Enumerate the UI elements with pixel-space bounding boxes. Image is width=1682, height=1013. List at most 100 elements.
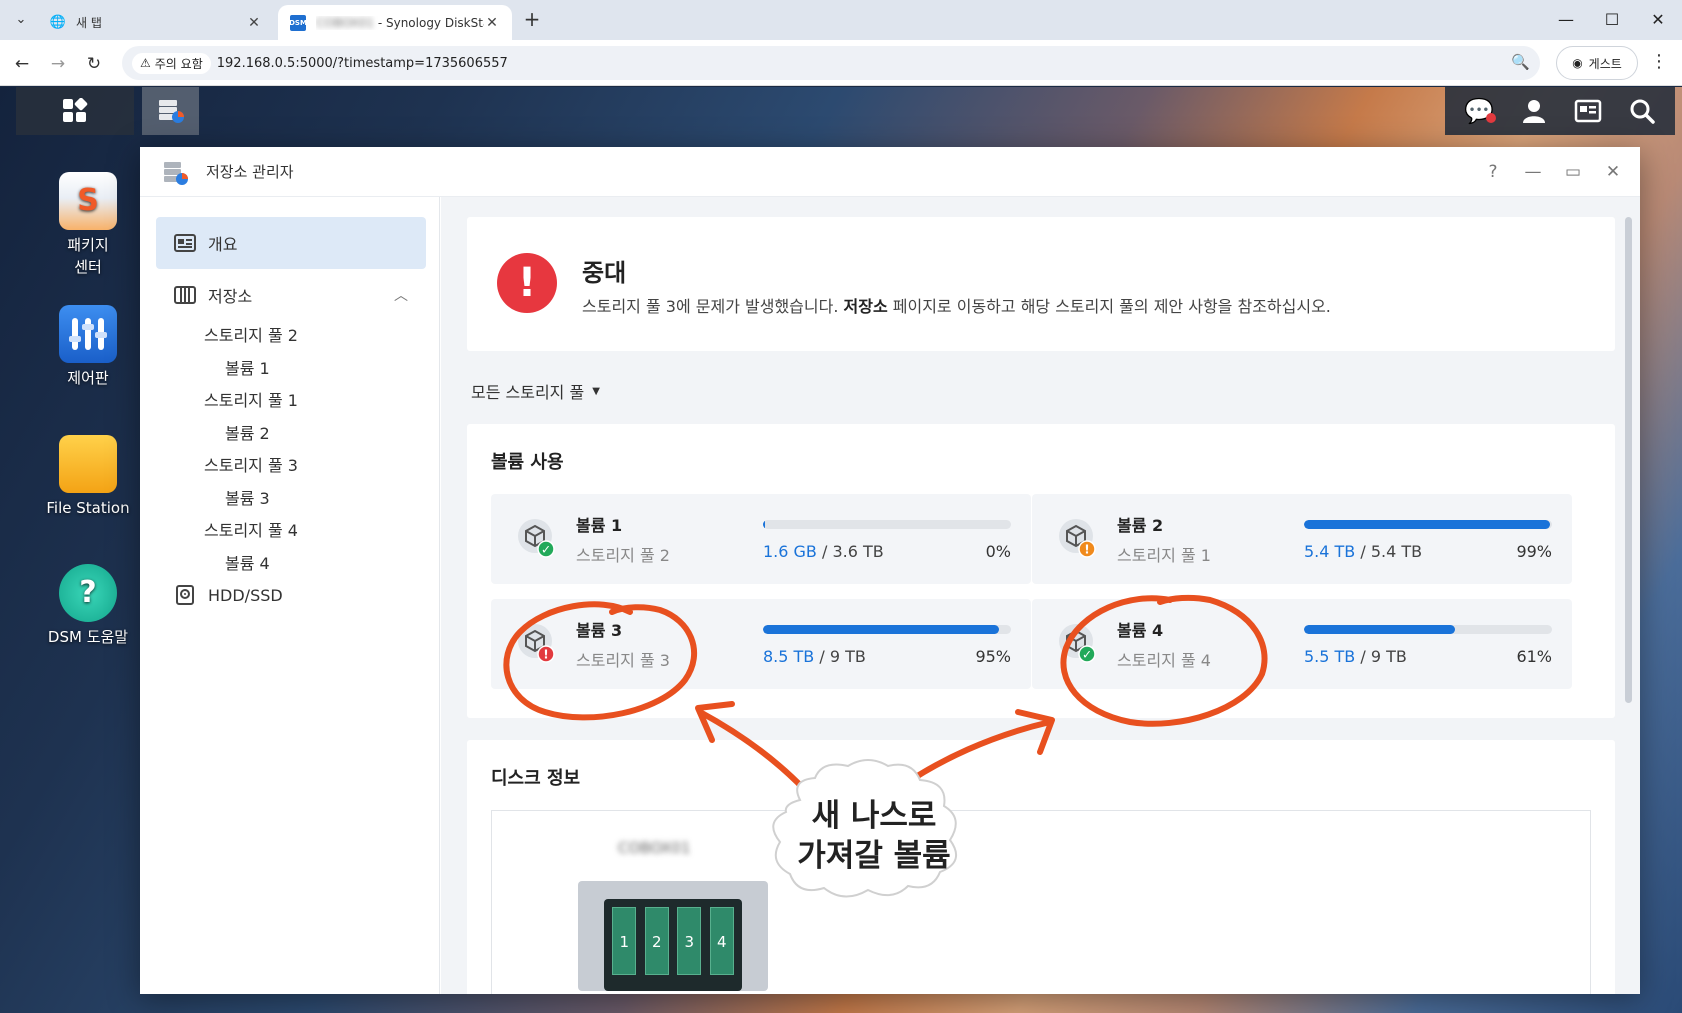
- usage-bar: [1304, 520, 1552, 529]
- sidebar-item-pool-4[interactable]: 스토리지 풀 4: [204, 517, 298, 541]
- drive-bay[interactable]: 4: [709, 907, 734, 975]
- browser-tab-bar: ⌄ 🌐 새 탭 ✕ DSM COBOX01 - Synology DiskSta…: [0, 0, 1682, 40]
- volume-cube-icon: ✓: [1059, 624, 1096, 663]
- usage-bar-fill: [763, 625, 999, 634]
- sidebar-item-overview[interactable]: 개요: [156, 217, 426, 269]
- desktop-icon-label: DSM 도움말: [47, 628, 129, 646]
- desktop-icon-label: 패키지 센터: [67, 236, 109, 276]
- tab-title: 새 탭: [76, 16, 102, 30]
- security-warning-chip[interactable]: ⚠ 주의 요함: [132, 52, 211, 74]
- svg-text:!: !: [543, 648, 548, 662]
- alert-message: 스토리지 풀 3에 문제가 발생했습니다. 저장소 페이지로 이동하고 해당 스…: [582, 297, 1331, 316]
- overview-icon: [174, 233, 196, 253]
- desktop-icon-package-center[interactable]: S 패키지 센터: [38, 172, 138, 278]
- profile-button[interactable]: ◉ 게스트: [1556, 46, 1638, 80]
- main-menu-button[interactable]: [16, 87, 134, 135]
- drive-bay[interactable]: 1: [612, 907, 637, 975]
- used-capacity: 5.4 TB: [1304, 542, 1356, 561]
- storage-manager-icon: [164, 162, 188, 185]
- tab-search-button[interactable]: ⌄: [8, 8, 34, 32]
- scrollbar[interactable]: [1625, 217, 1632, 703]
- annotation-callout: 새 나스로 가져갈 볼륨: [782, 786, 966, 886]
- volume-usage-title: 볼륨 사용: [491, 452, 564, 473]
- drive-bay[interactable]: 2: [644, 907, 669, 975]
- minimize-button[interactable]: —: [1520, 159, 1546, 185]
- sidebar-item-pool-3[interactable]: 스토리지 풀 3: [204, 452, 298, 476]
- taskbar-storage-manager[interactable]: [142, 87, 199, 135]
- sidebar-item-pool-2[interactable]: 스토리지 풀 2: [204, 322, 298, 346]
- browser-close-button[interactable]: ✕: [1636, 6, 1680, 34]
- volume-tile[interactable]: ✓ 볼륨 1 스토리지 풀 2 1.6 GB / 3.6 TB 0%: [491, 494, 1031, 584]
- total-capacity: 3.6 TB: [832, 542, 884, 561]
- usage-percent: 99%: [1516, 542, 1552, 561]
- sidebar-item-label: 저장소: [208, 287, 253, 306]
- sidebar-item-storage[interactable]: 저장소 ︿: [156, 269, 426, 321]
- browser-maximize-button[interactable]: ☐: [1590, 6, 1634, 34]
- desktop-icon-file-station[interactable]: File Station: [38, 435, 138, 519]
- url-field[interactable]: ⚠ 주의 요함 192.168.0.5:5000/?timestamp=1735…: [122, 46, 1540, 80]
- callout-line-1: 새 나스로: [811, 798, 937, 834]
- browser-tab-dsm[interactable]: DSM COBOX01 - Synology DiskSta ✕: [278, 5, 512, 40]
- desktop-icon-dsm-help[interactable]: ? DSM 도움말: [38, 564, 138, 648]
- close-button[interactable]: ✕: [1600, 159, 1626, 185]
- tab-close-icon[interactable]: ✕: [246, 15, 262, 31]
- storage-icon: [174, 285, 196, 305]
- widget-icon[interactable]: [1574, 97, 1602, 125]
- maximize-button[interactable]: ▭: [1560, 159, 1586, 185]
- usage-text: 1.6 GB / 3.6 TB: [763, 542, 884, 561]
- forward-arrow-icon[interactable]: →: [46, 52, 70, 76]
- reload-icon[interactable]: ↻: [82, 52, 106, 76]
- desktop-icon-control-panel[interactable]: 제어판: [38, 305, 138, 389]
- window-titlebar[interactable]: 저장소 관리자 ? — ▭ ✕: [140, 147, 1640, 197]
- browser-menu-icon[interactable]: ⋮: [1650, 51, 1668, 72]
- tab-close-icon[interactable]: ✕: [484, 15, 500, 31]
- usage-percent: 0%: [985, 542, 1011, 561]
- window-title: 저장소 관리자: [206, 163, 294, 181]
- tab-title-blurred: COBOX01: [316, 15, 375, 30]
- storage-manager-icon: [158, 100, 184, 123]
- usage-bar-fill: [1304, 520, 1550, 529]
- sidebar-item-hdd-ssd[interactable]: HDD/SSD: [156, 569, 426, 621]
- caret-down-icon: ▼: [592, 385, 600, 397]
- main-content: ! 중대 스토리지 풀 3에 문제가 발생했습니다. 저장소 페이지로 이동하고…: [441, 197, 1640, 994]
- pool-filter-label: 모든 스토리지 풀: [471, 383, 585, 402]
- search-icon[interactable]: [1628, 97, 1656, 125]
- help-button[interactable]: ?: [1480, 159, 1506, 185]
- browser-minimize-button[interactable]: —: [1544, 6, 1588, 34]
- disk-info-panel: COBOX01 1 2 3 4: [491, 810, 1591, 994]
- critical-alert-icon: !: [497, 253, 557, 313]
- sidebar-item-label: 개요: [208, 235, 238, 254]
- sidebar-item-volume-3[interactable]: 볼륨 3: [225, 485, 270, 509]
- volume-name: 볼륨 2: [1117, 516, 1164, 535]
- pool-filter-dropdown[interactable]: 모든 스토리지 풀 ▼: [471, 379, 600, 403]
- volume-tile[interactable]: ! 볼륨 3 스토리지 풀 3 8.5 TB / 9 TB 95%: [491, 599, 1031, 689]
- volume-name: 볼륨 3: [576, 621, 623, 640]
- storage-link[interactable]: 저장소: [844, 297, 888, 316]
- chevron-up-icon[interactable]: ︿: [394, 285, 408, 305]
- volume-usage-card: 볼륨 사용 ✓ 볼륨 1 스토리지 풀 2 1.6 GB / 3.6 TB 0%! 볼륨 …: [467, 424, 1615, 718]
- sidebar-item-pool-1[interactable]: 스토리지 풀 1: [204, 387, 298, 411]
- volume-tile[interactable]: ! 볼륨 2 스토리지 풀 1 5.4 TB / 5.4 TB 99%: [1032, 494, 1572, 584]
- volume-pool: 스토리지 풀 2: [576, 546, 670, 565]
- drive-bay[interactable]: 3: [677, 907, 702, 975]
- alert-title: 중대: [582, 259, 627, 287]
- back-arrow-icon[interactable]: ←: [10, 52, 34, 76]
- profile-label: 게스트: [1588, 56, 1622, 71]
- new-tab-button[interactable]: +: [520, 8, 544, 32]
- sidebar-item-volume-1[interactable]: 볼륨 1: [225, 355, 270, 379]
- total-capacity: 9 TB: [1370, 647, 1407, 666]
- sidebar-item-volume-2[interactable]: 볼륨 2: [225, 420, 270, 444]
- volume-cube-icon: ✓: [518, 519, 555, 558]
- volume-pool: 스토리지 풀 3: [576, 651, 670, 670]
- browser-tab-new[interactable]: 🌐 새 탭 ✕: [38, 5, 274, 40]
- volume-tile[interactable]: ✓ 볼륨 4 스토리지 풀 4 5.5 TB / 9 TB 61%: [1032, 599, 1572, 689]
- notification-chat-icon[interactable]: 💬: [1464, 97, 1496, 125]
- total-capacity: 9 TB: [829, 647, 866, 666]
- usage-text: 5.4 TB / 5.4 TB: [1304, 542, 1423, 561]
- disk-info-title: 디스크 정보: [491, 768, 581, 789]
- nas-device: 1 2 3 4: [578, 881, 768, 991]
- zoom-icon[interactable]: 🔍: [1511, 53, 1530, 71]
- globe-icon: 🌐: [49, 15, 67, 30]
- total-capacity: 5.4 TB: [1370, 542, 1423, 561]
- user-icon[interactable]: [1520, 97, 1548, 125]
